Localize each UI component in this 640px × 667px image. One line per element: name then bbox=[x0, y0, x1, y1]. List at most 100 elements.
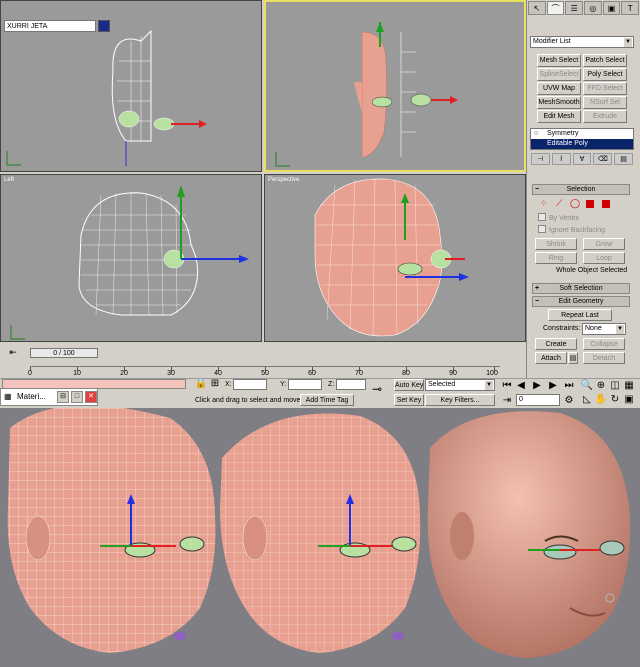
selection-rollout-header[interactable]: − Selection bbox=[532, 184, 630, 195]
restore-icon[interactable]: ⊟ bbox=[57, 391, 69, 403]
maximize-viewport-icon[interactable]: ▣ bbox=[622, 393, 636, 407]
next-frame-icon[interactable]: ▶ bbox=[546, 379, 560, 393]
object-color-swatch[interactable] bbox=[98, 20, 110, 32]
x-coordinate-field[interactable] bbox=[233, 379, 267, 390]
y-coordinate-field[interactable] bbox=[288, 379, 322, 390]
arc-rotate-icon[interactable]: ↻ bbox=[608, 393, 622, 407]
motion-tab-icon[interactable]: ◎ bbox=[584, 1, 602, 15]
key-filters-button[interactable]: Key Filters... bbox=[425, 394, 495, 406]
soft-selection-rollout-header[interactable]: + Soft Selection bbox=[532, 283, 630, 294]
constraints-dropdown[interactable]: None ▼ bbox=[582, 323, 626, 335]
rollout-title: Soft Selection bbox=[559, 285, 603, 292]
polygon-icon[interactable] bbox=[586, 200, 594, 208]
time-slider-left-icon[interactable]: ⇤ bbox=[4, 347, 22, 359]
ffd-select-button[interactable]: FFD Select bbox=[583, 82, 627, 95]
zoom-extents-all-icon[interactable]: ▦ bbox=[622, 379, 636, 393]
loop-button[interactable]: Loop bbox=[583, 252, 625, 264]
vertex-icon[interactable]: ⁘ bbox=[540, 198, 548, 209]
maximize-icon[interactable]: □ bbox=[71, 391, 83, 403]
pan-icon[interactable]: ✋ bbox=[594, 393, 608, 407]
stack-item-editable-poly[interactable]: Editable Poly bbox=[531, 139, 633, 149]
time-slider[interactable]: 0 / 100 bbox=[30, 348, 98, 358]
spline-select-button[interactable]: SplineSelect bbox=[537, 68, 581, 81]
by-vertex-checkbox[interactable]: By Vertex bbox=[538, 213, 579, 224]
viewport-label: Perspective bbox=[268, 177, 300, 183]
remove-modifier-icon[interactable]: ⌫ bbox=[593, 153, 613, 165]
current-frame-field[interactable]: 0 bbox=[516, 394, 560, 406]
create-tab-icon[interactable]: ↖ bbox=[528, 1, 546, 15]
head-textured-render bbox=[427, 411, 631, 658]
z-coordinate-field[interactable] bbox=[336, 379, 366, 390]
patch-select-button[interactable]: Patch Select bbox=[583, 54, 627, 67]
edge-icon[interactable]: ⟋ bbox=[556, 198, 562, 209]
z-label: Z: bbox=[328, 381, 335, 388]
display-tab-icon[interactable]: ▣ bbox=[602, 1, 621, 15]
play-icon[interactable]: ▶ bbox=[530, 379, 544, 393]
edit-geometry-rollout-header[interactable]: − Edit Geometry bbox=[532, 296, 630, 307]
make-unique-icon[interactable]: ∀ bbox=[572, 153, 592, 165]
mesh-select-button[interactable]: Mesh Select bbox=[537, 54, 581, 67]
modify-tab-icon[interactable]: ⌒ bbox=[546, 1, 565, 15]
create-button[interactable]: Create bbox=[535, 338, 577, 350]
perspective-view-head bbox=[314, 178, 469, 337]
zoom-all-icon[interactable]: ⊕ bbox=[594, 379, 608, 393]
element-icon[interactable] bbox=[602, 200, 610, 208]
viewport-label: Left bbox=[4, 177, 15, 183]
meshsmooth-button[interactable]: MeshSmooth bbox=[537, 96, 581, 109]
absolute-mode-icon[interactable]: ⊞ bbox=[208, 377, 222, 391]
y-label: Y: bbox=[280, 381, 287, 388]
repeat-last-button[interactable]: Repeat Last bbox=[548, 309, 612, 321]
lightbulb-icon[interactable]: ○ bbox=[534, 129, 538, 139]
utilities-tab-icon[interactable]: T bbox=[621, 1, 640, 15]
poly-select-button[interactable]: Poly Select bbox=[583, 68, 627, 81]
stack-item-label: Symmetry bbox=[547, 130, 579, 137]
viewport-left[interactable]: Left bbox=[0, 174, 262, 342]
edit-mesh-button[interactable]: Edit Mesh bbox=[537, 110, 581, 123]
field-of-view-icon[interactable]: ◺ bbox=[580, 393, 594, 407]
add-time-tag-button[interactable]: Add Time Tag bbox=[300, 394, 354, 406]
viewport-perspective[interactable]: Perspective bbox=[264, 174, 526, 342]
ignore-backfacing-checkbox[interactable]: Ignore Backfacing bbox=[538, 225, 605, 236]
stack-item-symmetry[interactable]: ○ Symmetry bbox=[531, 129, 633, 139]
grow-button[interactable]: Grow bbox=[583, 238, 625, 250]
subobject-levels: ⁘ ⟋ ◯ bbox=[540, 198, 630, 210]
go-to-start-icon[interactable]: ⏮ bbox=[500, 379, 514, 393]
shrink-button[interactable]: Shrink bbox=[535, 238, 577, 250]
hierarchy-tab-icon[interactable]: ☰ bbox=[565, 1, 584, 15]
close-icon[interactable]: ✕ bbox=[85, 391, 97, 403]
detach-button[interactable]: Detach bbox=[583, 352, 625, 364]
ring-button[interactable]: Ring bbox=[535, 252, 577, 264]
collapse-icon: − bbox=[535, 186, 540, 193]
extrude-button[interactable]: Extrude bbox=[583, 110, 627, 123]
pin-stack-icon[interactable]: ⊣ bbox=[531, 153, 550, 165]
attach-list-icon[interactable]: ▤ bbox=[568, 352, 578, 364]
ruler-tick-label: 40 bbox=[214, 370, 222, 377]
selection-set-value: Selected bbox=[428, 381, 456, 388]
uvw-map-button[interactable]: UVW Map bbox=[537, 82, 581, 95]
ruler-tick-label: 60 bbox=[308, 370, 316, 377]
configure-modifier-sets-icon[interactable]: ▤ bbox=[614, 153, 633, 165]
key-icon[interactable]: ⊸ bbox=[370, 382, 384, 396]
time-configuration-icon[interactable]: ⚙ bbox=[562, 394, 576, 408]
go-to-end-icon[interactable]: ⏭ bbox=[562, 379, 576, 393]
selection-set-dropdown[interactable]: Selected ▼ bbox=[425, 379, 495, 391]
border-icon[interactable]: ◯ bbox=[570, 198, 580, 209]
render-comparison-strip bbox=[0, 408, 640, 667]
lock-icon[interactable]: 🔒 bbox=[194, 377, 208, 391]
viewport-front[interactable] bbox=[264, 0, 526, 172]
object-name-field[interactable]: XURRI JETA bbox=[4, 20, 96, 32]
auto-key-button[interactable]: Auto Key bbox=[394, 379, 424, 391]
show-end-result-icon[interactable]: ǀ bbox=[551, 153, 571, 165]
previous-frame-icon[interactable]: ◀ bbox=[514, 379, 528, 393]
head-wireframe-smooth bbox=[220, 413, 421, 653]
material-editor-window[interactable]: ▦ Materi... ⊟ □ ✕ bbox=[0, 388, 98, 406]
modifier-stack[interactable]: ○ Symmetry Editable Poly bbox=[530, 128, 634, 150]
zoom-icon[interactable]: 🔍 bbox=[580, 379, 594, 393]
attach-button[interactable]: Attach bbox=[535, 352, 567, 364]
zoom-extents-icon[interactable]: ◫ bbox=[608, 379, 622, 393]
modifier-list-dropdown[interactable]: Modifier List ▼ bbox=[530, 36, 634, 48]
nsurf-sel-button[interactable]: NSurf Sel bbox=[583, 96, 627, 109]
key-mode-icon[interactable]: ⇥ bbox=[500, 394, 514, 408]
set-key-button[interactable]: Set Key bbox=[394, 394, 424, 406]
collapse-button[interactable]: Collapse bbox=[583, 338, 625, 350]
